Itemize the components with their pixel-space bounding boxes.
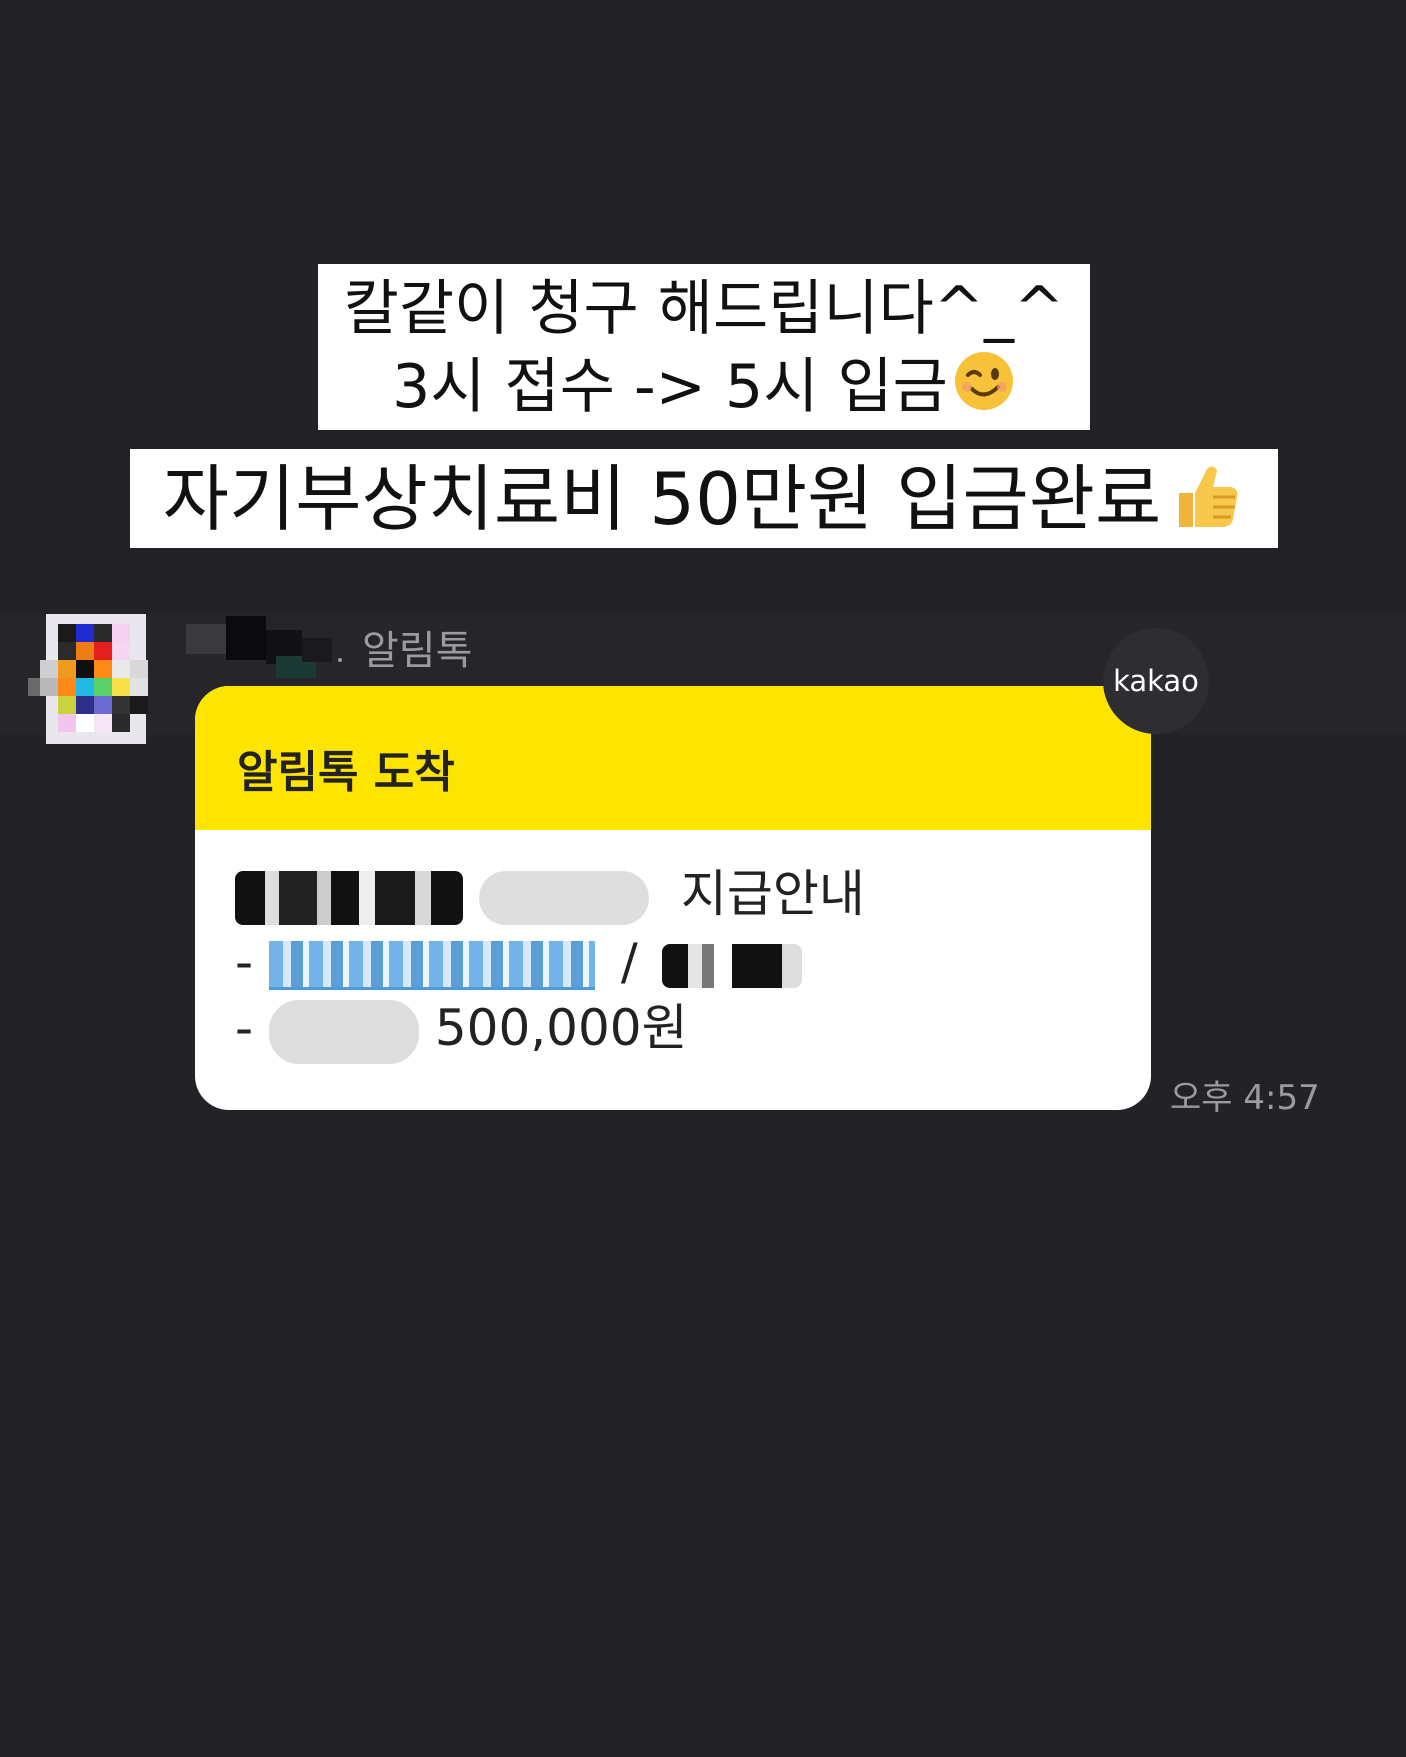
bubble-header: 알림톡 도착 <box>195 686 1151 830</box>
line-2-separator: / <box>620 933 638 991</box>
caption-line-3-text: 자기부상치료비 50만원 입금완료 <box>162 457 1162 542</box>
caption-line-2: 3시 접수 -> 5시 입금 <box>318 348 1090 432</box>
redacted-blur <box>479 870 649 925</box>
line-3-prefix: - <box>235 999 269 1057</box>
message-line-account: - / <box>235 932 802 992</box>
amount-text: 500,000원 <box>434 999 688 1057</box>
thumbs-up-icon <box>1165 455 1245 554</box>
caption-line-2-text: 3시 접수 -> 5시 입금 <box>392 352 948 422</box>
winking-face-icon <box>952 349 1016 432</box>
message-line-amount: - 500,000원 <box>235 998 688 1064</box>
message-timestamp: 오후 4:57 <box>1170 1078 1320 1118</box>
redacted-block <box>235 870 463 925</box>
kakao-badge: kakao <box>1103 628 1209 734</box>
sender-avatar[interactable] <box>28 614 168 744</box>
caption-line-3: 자기부상치료비 50만원 입금완료 <box>130 455 1278 554</box>
redacted-link[interactable] <box>268 941 595 990</box>
redacted-block <box>661 943 802 988</box>
payment-notice-text: 지급안내 <box>680 865 865 923</box>
caption-box-bottom: 자기부상치료비 50만원 입금완료 <box>130 449 1278 548</box>
caption-line-1: 칼같이 청구 해드립니다^_^ <box>343 274 1065 344</box>
line-2-prefix: - <box>235 933 269 991</box>
sender-name-redacted <box>186 616 346 680</box>
caption-box-top: 칼같이 청구 해드립니다^_^ 3시 접수 -> 5시 입금 <box>318 264 1090 430</box>
redacted-blur <box>268 999 419 1064</box>
sender-channel-label: 알림톡 <box>362 628 473 674</box>
bubble-title: 알림톡 도착 <box>237 747 455 798</box>
message-line-payment-notice: 지급안내 <box>235 864 865 925</box>
alimtalk-message-bubble[interactable]: 알림톡 도착 지급안내 - / - 500,000원 <box>195 686 1151 1110</box>
